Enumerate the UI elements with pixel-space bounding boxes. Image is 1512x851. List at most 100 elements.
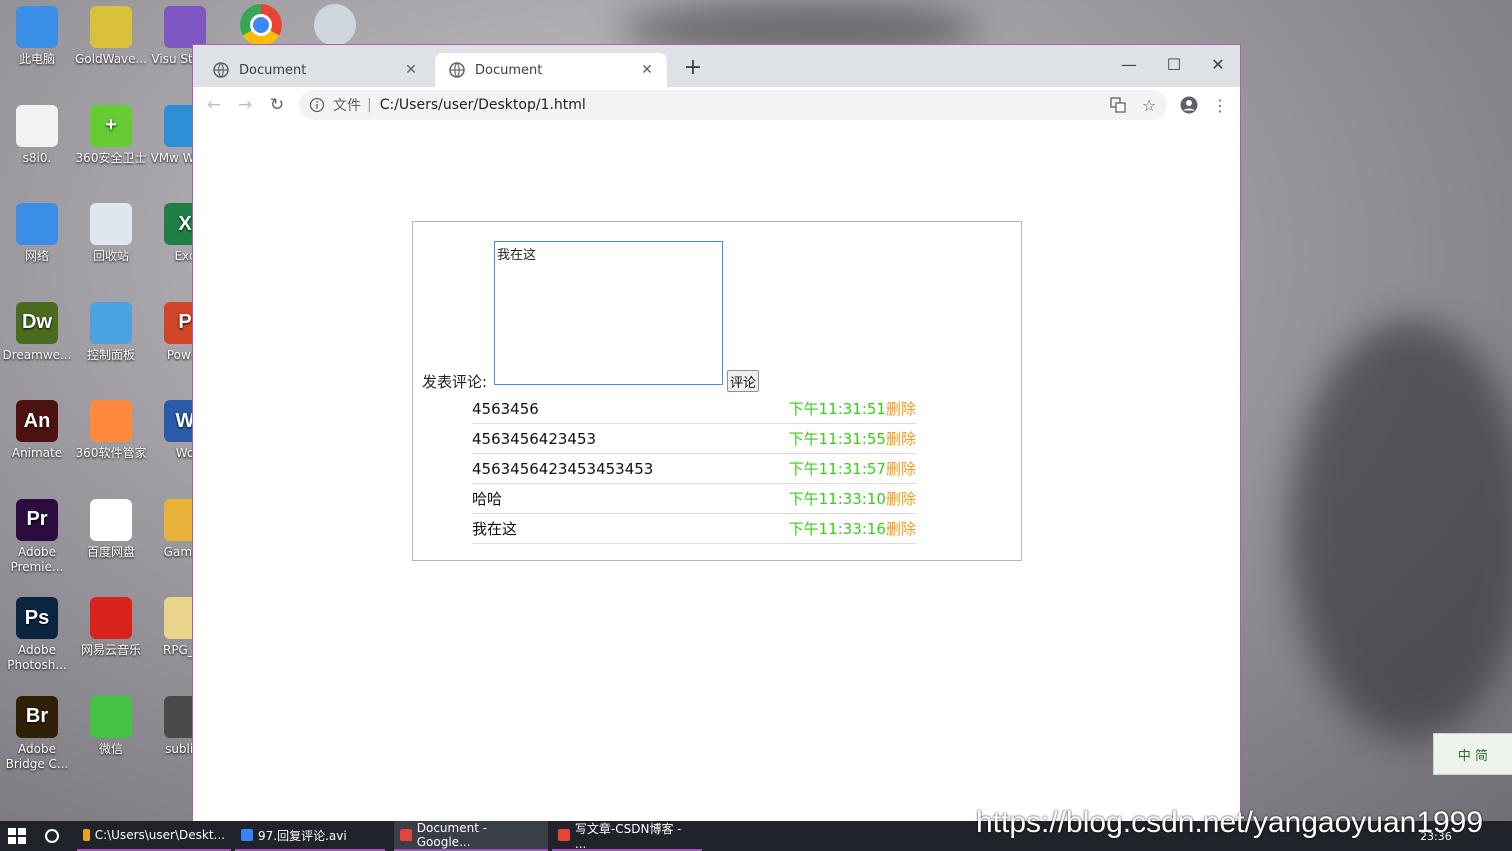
desktop-icon-label: s8i0. (22, 150, 52, 165)
desktop-icon[interactable]: Ps Adobe Photosh... (0, 597, 74, 673)
delete-comment-link[interactable]: 删除 (886, 460, 916, 478)
maximize-button[interactable]: ☐ (1152, 51, 1196, 77)
comment-meta: 下午11:31:51删除 (789, 398, 916, 419)
app-icon: An (16, 400, 58, 442)
menu-kebab-icon[interactable]: ⋮ (1208, 93, 1232, 117)
desktop-icon[interactable]: Pr Adobe Premie... (0, 498, 74, 575)
new-tab-button[interactable]: + (681, 55, 705, 80)
app-icon (90, 695, 132, 738)
delete-comment-link[interactable]: 删除 (886, 400, 916, 418)
taskbar-item[interactable]: 97.回复评论.avi (235, 821, 385, 851)
desktop-icon-label: 网易云音乐 (80, 643, 141, 657)
forward-icon[interactable]: → (233, 93, 257, 117)
wallpaper-shadow (1290, 320, 1512, 740)
desktop-icon[interactable]: 360软件管家 (74, 400, 148, 461)
globe-icon (449, 62, 465, 78)
comment-textarea[interactable] (494, 241, 723, 385)
comment-text: 我在这 (472, 520, 518, 538)
desktop-icon-label: 控制面板 (86, 347, 135, 362)
close-window-button[interactable]: ✕ (1196, 51, 1240, 77)
windows-start-icon[interactable] (8, 828, 26, 844)
desktop-icon[interactable]: 控制面板 (74, 301, 148, 363)
desktop-icon-label: 微信 (98, 741, 123, 756)
profile-icon[interactable] (1177, 93, 1201, 117)
tab-title: Document (239, 62, 307, 78)
desktop-icon[interactable]: 百度网盘 (74, 498, 148, 560)
app-icon (90, 498, 132, 541)
app-icon (16, 6, 58, 48)
comment-meta: 下午11:31:55删除 (789, 428, 916, 449)
app-icon: Dw (16, 301, 58, 344)
browser-toolbar: ← → ↻ 文件 | C:/Users/user/Desktop/1.html … (193, 87, 1240, 124)
desktop-icon-label: Adobe Bridge C... (5, 741, 69, 771)
app-icon (90, 400, 132, 442)
comment-text: 哈哈 (472, 490, 503, 508)
chrome-icon (558, 829, 570, 841)
delete-comment-link[interactable]: 删除 (886, 520, 916, 538)
taskbar-item[interactable]: Document - Google... (394, 821, 548, 851)
app-icon (90, 597, 132, 639)
desktop-icon[interactable]: An Animate (0, 400, 74, 461)
comment-item: 我在这 下午11:33:16删除 (472, 514, 916, 544)
comment-time: 下午11:31:55 (788, 430, 886, 448)
taskbar-item-label: 写文章-CSDN博客 - ... (574, 821, 682, 851)
folder-icon (83, 829, 90, 841)
globe-icon (213, 62, 229, 78)
chrome-icon (240, 4, 282, 46)
desktop-icon[interactable]: GoldWave... (74, 6, 148, 67)
desktop-icon-label: Animate (11, 446, 63, 460)
app-icon (16, 203, 58, 245)
comment-meta: 下午11:33:16删除 (789, 518, 916, 539)
video-icon (241, 829, 253, 841)
desktop-icon[interactable]: +360安全卫士 (74, 104, 148, 166)
browser-window: Document ✕ Document ✕ + — ☐ ✕ ← → ↻ 文件 |… (192, 44, 1241, 824)
taskbar-item-label: Document - Google... (416, 821, 488, 849)
desktop-icon-label: 百度网盘 (86, 544, 135, 559)
address-bar[interactable]: 文件 | C:/Users/user/Desktop/1.html (299, 90, 1167, 120)
app-icon (16, 104, 58, 147)
close-tab-icon[interactable]: ✕ (639, 62, 655, 78)
desktop-icon[interactable]: 回收站 (74, 203, 148, 264)
tab-title: Document (475, 62, 543, 78)
desktop-icon[interactable]: 微信 (74, 695, 148, 757)
comment-meta: 下午11:33:10删除 (789, 488, 916, 509)
app-icon (90, 301, 132, 344)
address-url: C:/Users/user/Desktop/1.html (379, 97, 586, 113)
comment-time: 下午11:31:51 (788, 400, 886, 418)
close-tab-icon[interactable]: ✕ (403, 62, 419, 78)
tab-document-2[interactable]: Document ✕ (435, 53, 667, 87)
delete-comment-link[interactable]: 删除 (886, 430, 916, 448)
app-icon: + (90, 104, 132, 147)
reload-icon[interactable]: ↻ (265, 93, 289, 117)
tab-strip: Document ✕ Document ✕ + — ☐ ✕ (193, 45, 1240, 87)
tab-document-1[interactable]: Document ✕ (199, 53, 431, 87)
app-icon: Br (16, 695, 58, 738)
desktop-icon[interactable]: Br Adobe Bridge C... (0, 695, 74, 772)
back-icon[interactable]: ← (202, 93, 226, 117)
desktop-icon[interactable]: 网络 (0, 203, 74, 264)
taskbar-item-label: C:\Users\user\Deskt... (94, 828, 225, 842)
delete-comment-link[interactable]: 删除 (886, 490, 916, 508)
desktop-icon[interactable]: s8i0. (0, 104, 74, 166)
desktop-icon[interactable]: 此电脑 (0, 6, 74, 67)
comment-text: 4563456423453 (472, 429, 597, 448)
taskbar-item[interactable]: C:\Users\user\Deskt... (77, 821, 231, 851)
taskbar-item-label: 97.回复评论.avi (258, 828, 347, 843)
bookmark-star-icon[interactable]: ☆ (1137, 93, 1161, 117)
desktop-icon[interactable]: Dw Dreamwe... (0, 301, 74, 363)
minimize-button[interactable]: — (1107, 51, 1151, 77)
watermark-url: https://blog.csdn.net/yangaoyuan1999 (976, 806, 1484, 839)
translate-icon[interactable] (1106, 93, 1130, 117)
submit-comment-button[interactable]: 评论 (727, 370, 760, 392)
taskbar-item[interactable]: 写文章-CSDN博客 - ... (552, 821, 702, 851)
desktop-icon-label: 回收站 (92, 249, 129, 263)
desktop-icon-label: 360软件管家 (75, 446, 147, 460)
comment-text: 4563456 (472, 399, 539, 418)
app-icon (90, 6, 132, 48)
desktop-icon[interactable]: 网易云音乐 (74, 597, 148, 658)
search-icon[interactable] (45, 829, 59, 843)
comment-box: 发表评论: 评论 4563456下午11:31:51删除456345642345… (412, 221, 1022, 561)
comment-item: 4563456423453 下午11:31:55删除 (472, 424, 916, 454)
info-icon[interactable] (309, 97, 325, 113)
desktop-icon-label: GoldWave... (75, 52, 147, 66)
